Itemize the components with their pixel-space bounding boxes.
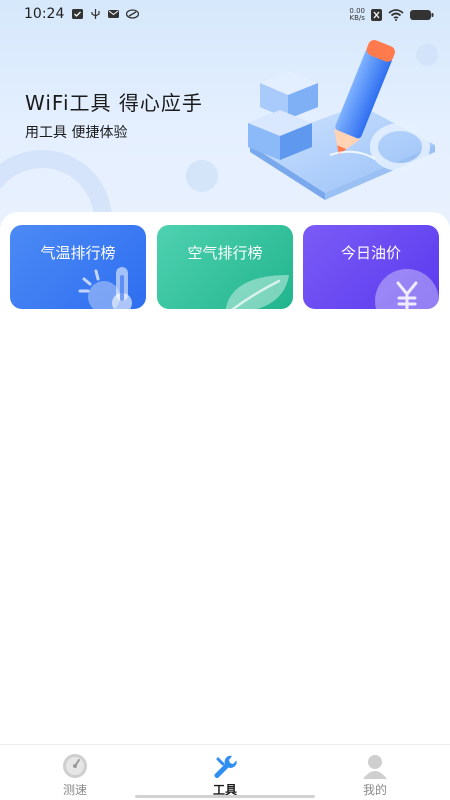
sim-off-icon	[371, 9, 382, 21]
bottom-navigation: 测速 工具 我的	[0, 744, 450, 800]
speedometer-icon	[63, 754, 87, 778]
wifi-icon	[388, 9, 404, 21]
nav-profile-label: 我的	[362, 783, 387, 797]
air-ranking-card[interactable]: 空气排行榜	[157, 225, 293, 309]
pencil-blocks-illustration	[248, 39, 435, 200]
air-ranking-label: 空气排行榜	[187, 244, 263, 262]
nav-tools[interactable]: 工具	[150, 745, 300, 800]
hero-subtitle: 用工具 便捷体验	[25, 125, 128, 141]
network-speed-unit: KB/s	[349, 14, 365, 22]
status-right-group: 0.00 KB/s	[349, 7, 434, 23]
nav-profile[interactable]: 我的	[300, 745, 450, 800]
battery-icon	[410, 10, 434, 20]
notification-icon	[72, 9, 83, 19]
leaf-icon	[225, 275, 289, 309]
thermometer-sun-icon	[78, 267, 132, 309]
usb-icon	[91, 9, 100, 19]
status-time: 10:24	[24, 6, 65, 22]
temperature-ranking-card[interactable]: 气温排行榜	[10, 225, 146, 309]
hero-title: WiFi工具 得心应手	[25, 91, 203, 115]
mail-icon	[108, 10, 119, 18]
temperature-ranking-label: 气温排行榜	[40, 244, 116, 262]
yuan-coin-icon	[375, 269, 439, 309]
decor-dot	[186, 160, 218, 192]
wrench-icon	[214, 755, 237, 778]
oil-price-card[interactable]: 今日油价	[303, 225, 439, 309]
user-icon	[363, 755, 387, 779]
nav-speed-test-label: 测速	[62, 783, 87, 797]
status-bar: 10:24 0.00 KB/s	[0, 0, 450, 30]
tools-panel: 气温排行榜 空气排行榜 今日油价	[0, 212, 450, 744]
hero-banner: WiFi工具 得心应手 用工具 便捷体验	[0, 0, 450, 228]
network-speed: 0.00 KB/s	[349, 8, 365, 22]
oil-price-label: 今日油价	[340, 244, 401, 262]
nav-speed-test[interactable]: 测速	[0, 745, 150, 800]
app-notification-icon	[126, 9, 139, 19]
home-indicator	[135, 795, 315, 798]
